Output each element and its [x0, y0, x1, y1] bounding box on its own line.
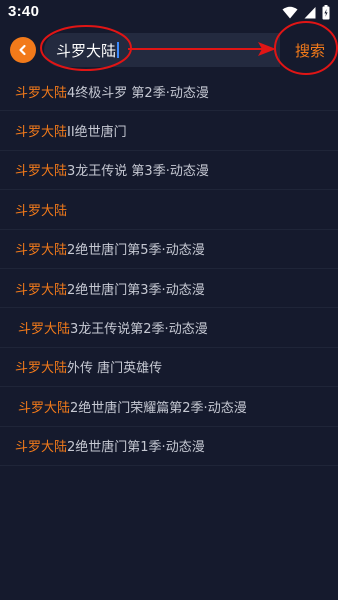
- suggestion-highlight: 斗罗大陆: [15, 282, 68, 298]
- status-bar: 3:40: [0, 0, 338, 24]
- suggestion-rest: 2绝世唐门第1季·动态漫: [67, 440, 205, 456]
- text-cursor: [117, 42, 120, 58]
- suggestion-highlight: 斗罗大陆: [15, 125, 68, 141]
- suggestion-rest: 3龙王传说 第3季·动态漫: [67, 164, 209, 180]
- search-button[interactable]: 搜索: [288, 33, 332, 67]
- suggestion-highlight: 斗罗大陆: [15, 203, 68, 219]
- status-icons: [282, 4, 330, 20]
- suggestion-item[interactable]: 斗罗大陆 2绝世唐门第1季·动态漫: [0, 427, 338, 466]
- suggestion-item[interactable]: 斗罗大陆 2绝世唐门第3季·动态漫: [0, 269, 338, 309]
- search-input[interactable]: 斗罗大陆: [56, 39, 146, 61]
- suggestion-highlight: 斗罗大陆: [15, 164, 68, 180]
- suggestion-item[interactable]: 斗罗大陆 2绝世唐门荣耀篇第2季·动态漫: [0, 387, 338, 427]
- status-time: 3:40: [8, 3, 40, 20]
- battery-icon: [322, 4, 330, 19]
- search-box[interactable]: 斗罗大陆: [44, 33, 280, 67]
- back-button[interactable]: [10, 37, 36, 63]
- suggestion-highlight: 斗罗大陆: [15, 440, 68, 456]
- suggestion-item[interactable]: 斗罗大陆 4终极斗罗 第2季·动态漫: [0, 72, 338, 112]
- wifi-icon: [282, 6, 298, 18]
- search-screen: 3:40 斗罗大陆 搜索 斗罗大陆 4终极斗罗 第2季·动态漫 斗罗大陆 II绝…: [0, 0, 338, 600]
- suggestion-item[interactable]: 斗罗大陆 II绝世唐门: [0, 111, 338, 151]
- suggestion-item[interactable]: 斗罗大陆 外传 唐门英雄传: [0, 348, 338, 388]
- suggestion-rest: 4终极斗罗 第2季·动态漫: [67, 85, 209, 101]
- suggestion-highlight: 斗罗大陆: [15, 85, 68, 101]
- suggestion-highlight: 斗罗大陆: [15, 243, 68, 259]
- suggestion-item[interactable]: 斗罗大陆: [0, 190, 338, 230]
- suggestion-rest: 2绝世唐门第5季·动态漫: [67, 243, 205, 259]
- suggestion-rest: 3龙王传说第2季·动态漫: [70, 322, 208, 338]
- suggestion-item[interactable]: 斗罗大陆 3龙王传说第2季·动态漫: [0, 308, 338, 348]
- suggestion-highlight: 斗罗大陆: [18, 322, 71, 338]
- suggestion-rest: 外传 唐门英雄传: [67, 361, 163, 377]
- suggestion-item[interactable]: 斗罗大陆 3龙王传说 第3季·动态漫: [0, 151, 338, 191]
- suggestion-highlight: 斗罗大陆: [15, 361, 68, 377]
- suggestion-item[interactable]: 斗罗大陆 2绝世唐门第5季·动态漫: [0, 230, 338, 269]
- suggestion-list: 斗罗大陆 4终极斗罗 第2季·动态漫 斗罗大陆 II绝世唐门 斗罗大陆 3龙王传说 第…: [0, 72, 338, 466]
- suggestion-rest: 2绝世唐门荣耀篇第2季·动态漫: [70, 400, 247, 416]
- suggestion-highlight: 斗罗大陆: [18, 400, 71, 416]
- suggestion-rest: 2绝世唐门第3季·动态漫: [67, 282, 205, 298]
- suggestion-rest: II绝世唐门: [67, 125, 127, 141]
- search-header: 斗罗大陆 搜索: [0, 30, 338, 70]
- chevron-left-icon: [19, 44, 26, 56]
- signal-icon: [304, 6, 316, 18]
- search-query-text: 斗罗大陆: [56, 41, 117, 60]
